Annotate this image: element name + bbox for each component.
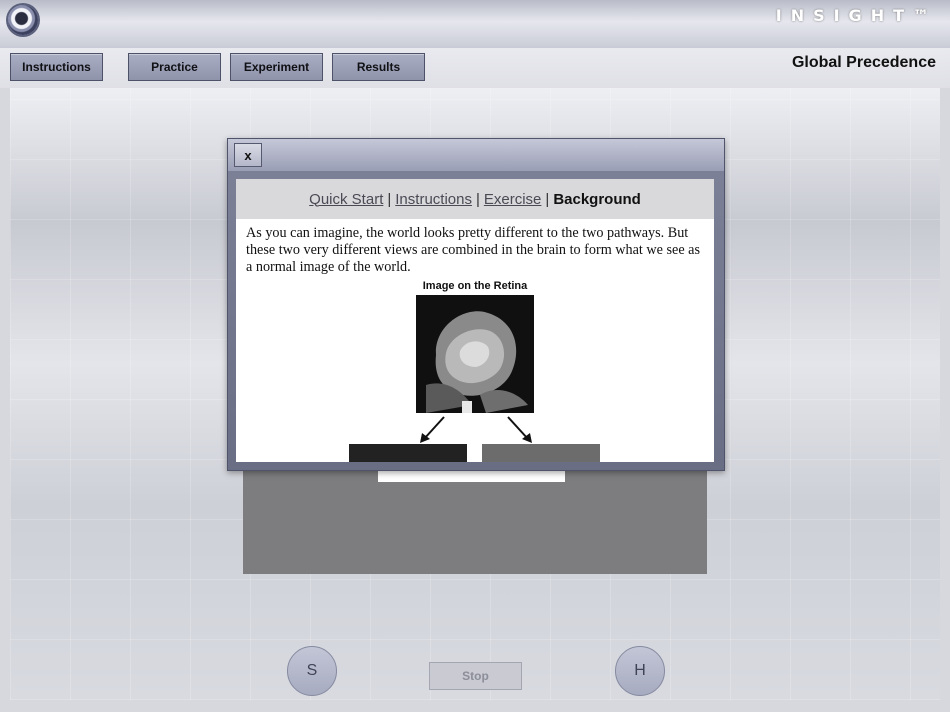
tab-instructions[interactable]: Instructions — [395, 191, 472, 208]
right-arrow-icon — [507, 416, 529, 440]
tab-separator: | — [545, 190, 550, 208]
experiment-button[interactable]: Experiment — [230, 53, 323, 81]
results-button[interactable]: Results — [332, 53, 425, 81]
top-bar: INSIGHT™ — [0, 0, 950, 48]
page-title: Global Precedence — [791, 54, 936, 71]
h-response-button[interactable]: H — [615, 646, 665, 696]
background-dialog: x Quick Start | Instructions | Exercise … — [227, 138, 725, 471]
dialog-content[interactable]: Quick Start | Instructions | Exercise | … — [236, 179, 714, 462]
tab-quick-start[interactable]: Quick Start — [309, 191, 383, 208]
instructions-button[interactable]: Instructions — [10, 53, 103, 81]
eye-logo-icon — [8, 5, 38, 35]
rose-photo-icon — [416, 295, 534, 413]
stimulus-panel — [243, 470, 707, 574]
insight-logo: INSIGHT™ — [775, 6, 938, 25]
rose-image — [416, 295, 534, 413]
dialog-tabs: Quick Start | Instructions | Exercise | … — [236, 179, 714, 219]
stimulus-bar — [378, 470, 565, 482]
dialog-header: x — [228, 139, 724, 171]
image-caption: Image on the Retina — [422, 280, 528, 292]
tab-separator: | — [475, 190, 480, 208]
close-button[interactable]: x — [234, 143, 262, 167]
low-frequency-image — [349, 444, 467, 462]
practice-button[interactable]: Practice — [128, 53, 221, 81]
high-frequency-image — [482, 444, 600, 462]
tab-background[interactable]: Background — [553, 191, 641, 208]
left-arrow-icon — [423, 416, 445, 440]
s-response-button[interactable]: S — [287, 646, 337, 696]
split-arrows — [420, 416, 532, 443]
tab-exercise[interactable]: Exercise — [484, 191, 542, 208]
stop-button[interactable]: Stop — [429, 662, 522, 690]
tab-separator: | — [387, 190, 392, 208]
background-text: As you can imagine, the world looks pret… — [246, 225, 700, 275]
